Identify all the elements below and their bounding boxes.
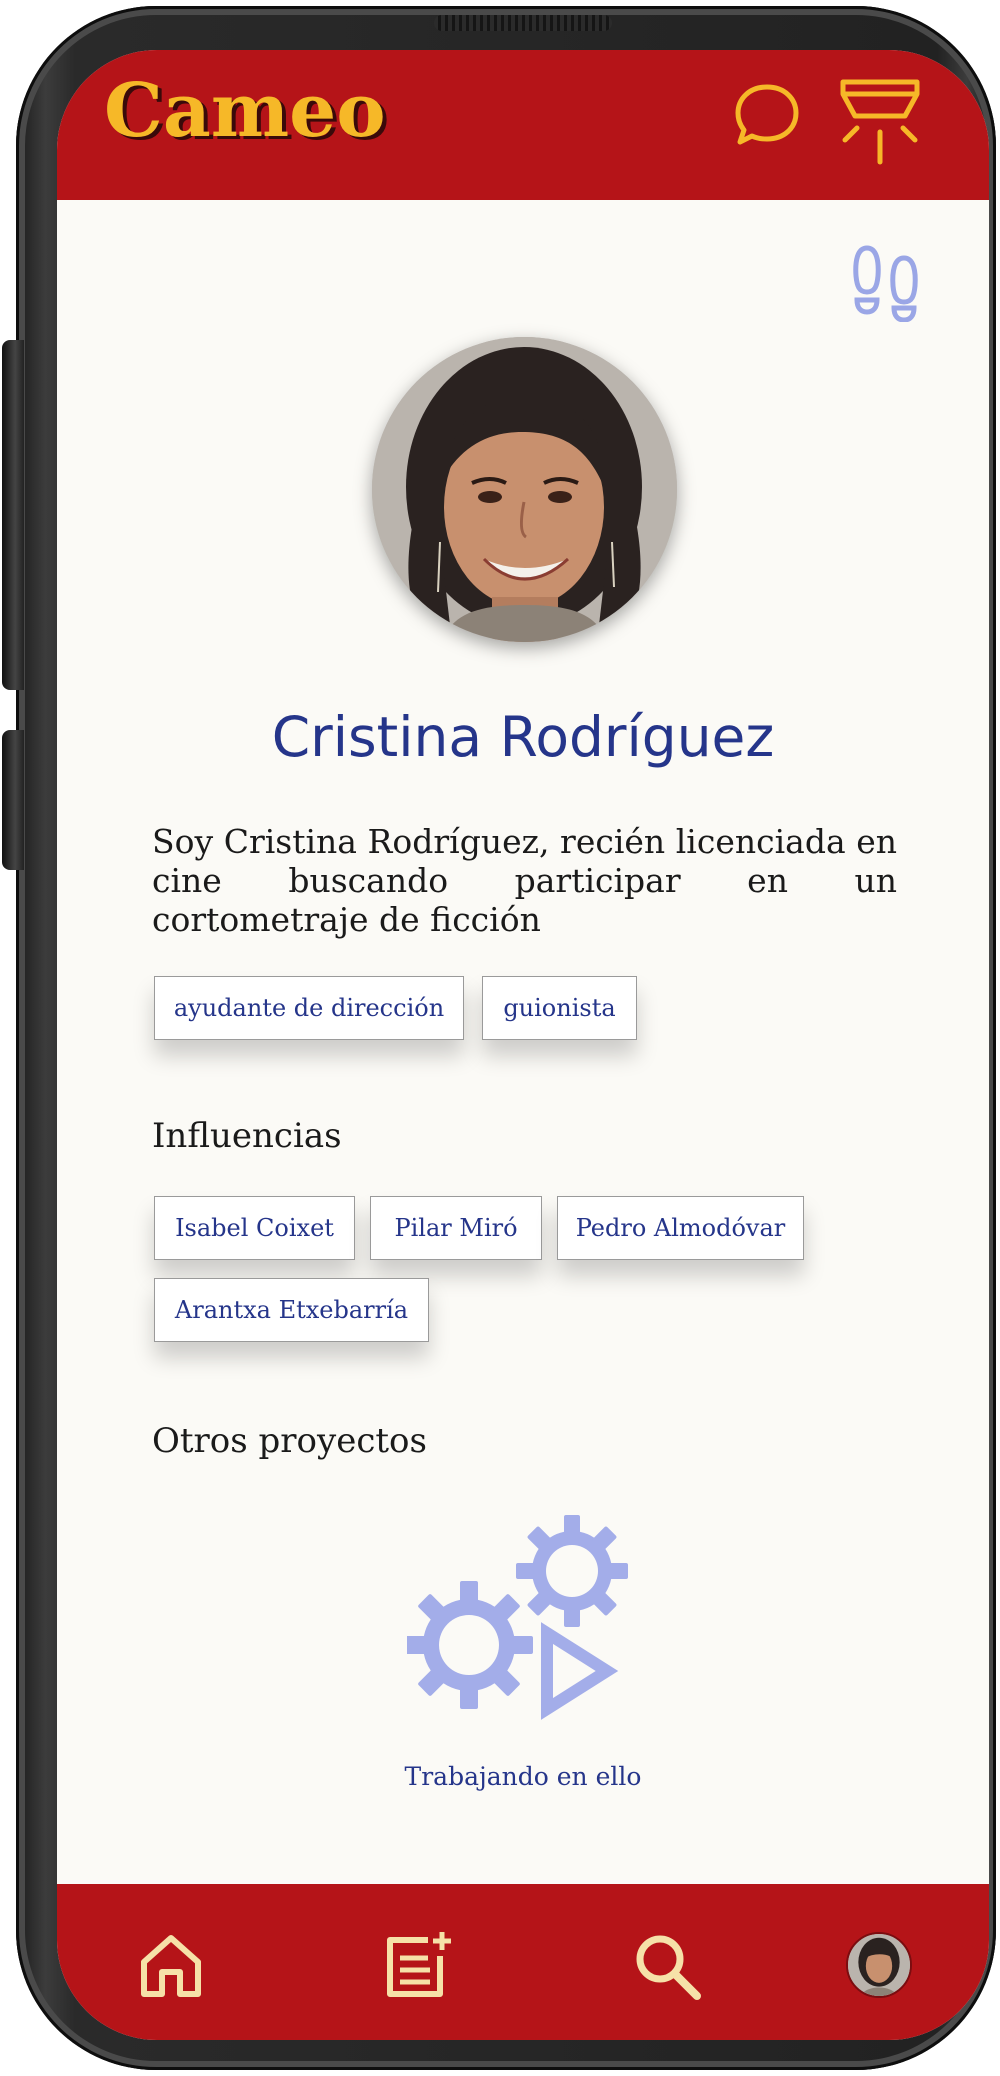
influences-title: Influencias (152, 1116, 342, 1156)
other-projects-title: Otros proyectos (152, 1421, 427, 1461)
role-tag[interactable]: guionista (482, 976, 637, 1040)
work-in-progress-text: Trabajando en ello (404, 1762, 642, 1791)
influence-tag[interactable]: Arantxa Etxebarría (154, 1278, 429, 1342)
phone-side-button (2, 730, 24, 870)
ceiling-lamp-icon[interactable] (839, 76, 921, 166)
influence-tag[interactable]: Pilar Miró (370, 1196, 542, 1260)
phone-frame: Cameo Cristina Rodríguez Soy Cristina Ro… (16, 6, 996, 2070)
notes-add-icon[interactable] (382, 1930, 454, 2000)
app-logo[interactable]: Cameo (104, 68, 386, 154)
role-tag[interactable]: ayudante de dirección (154, 976, 464, 1040)
profile-bio: Soy Cristina Rodríguez, recién licenciad… (152, 822, 897, 939)
app-screen: Cameo Cristina Rodríguez Soy Cristina Ro… (57, 50, 989, 2040)
profile-name: Cristina Rodríguez (271, 705, 775, 769)
footsteps-icon[interactable] (851, 242, 921, 322)
influence-tag[interactable]: Pedro Almodóvar (557, 1196, 804, 1260)
phone-side-button (2, 340, 24, 690)
app-header: Cameo (57, 50, 989, 200)
profile-avatar[interactable] (846, 1932, 912, 1998)
home-icon[interactable] (138, 1932, 204, 1998)
speaker-grille (434, 15, 612, 31)
profile-photo (372, 337, 677, 642)
influence-tag[interactable]: Isabel Coixet (154, 1196, 355, 1260)
bottom-nav (57, 1884, 989, 2040)
gears-play-icon (407, 1515, 628, 1720)
search-icon[interactable] (633, 1932, 703, 2002)
chat-bubble-icon[interactable] (732, 80, 802, 150)
